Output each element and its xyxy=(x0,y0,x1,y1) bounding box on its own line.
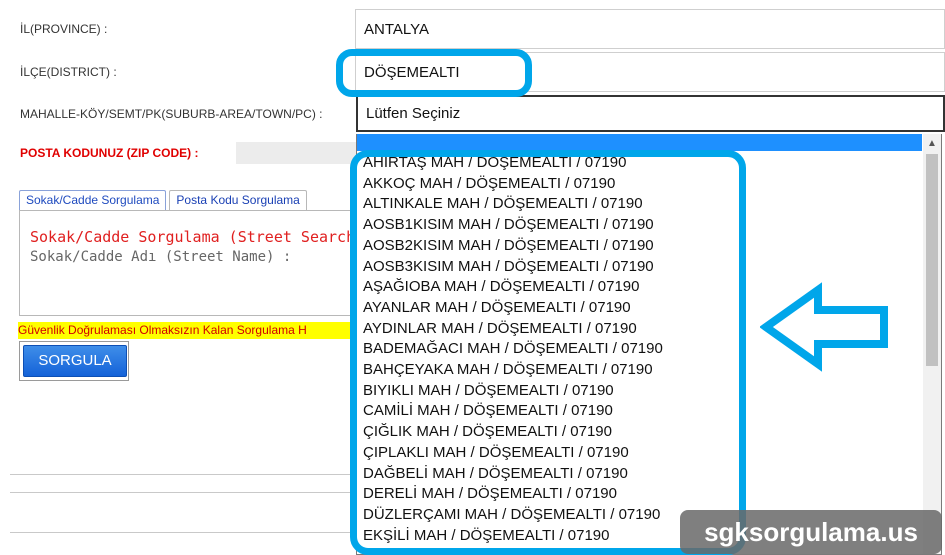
security-warning: Güvenlik Doğrulaması Olmaksızın Kalan So… xyxy=(18,322,358,339)
panel-title: Sokak/Cadde Sorgulama (Street Search xyxy=(30,228,356,246)
sorgula-button[interactable]: SORGULA xyxy=(23,345,127,377)
left-arrow-icon xyxy=(760,282,888,372)
divider xyxy=(10,532,356,533)
suburb-label: MAHALLE-KÖY/SEMT/PK(SUBURB-AREA/TOWN/PC)… xyxy=(20,107,323,121)
street-name-label: Sokak/Cadde Adı (Street Name) : xyxy=(30,249,292,265)
options-highlight xyxy=(350,150,746,555)
sorgula-button-frame: SORGULA xyxy=(19,341,129,381)
province-label: İL(PROVINCE) : xyxy=(20,22,108,36)
district-highlight xyxy=(336,49,532,97)
suburb-select[interactable]: Lütfen Seçiniz xyxy=(356,95,945,132)
zip-code-label: POSTA KODUNUZ (ZIP CODE) : xyxy=(20,146,199,160)
district-label: İLÇE(DISTRICT) : xyxy=(20,65,117,79)
zip-code-field xyxy=(236,142,356,164)
divider xyxy=(10,474,356,475)
province-select[interactable]: ANTALYA xyxy=(355,9,945,49)
scroll-thumb[interactable] xyxy=(926,154,938,366)
dropdown-scrollbar[interactable]: ▲ xyxy=(923,134,941,554)
watermark: sgksorgulama.us xyxy=(680,510,942,554)
tab-zip-search[interactable]: Posta Kodu Sorgulama xyxy=(169,190,307,211)
search-tabs: Sokak/Cadde Sorgulama Posta Kodu Sorgula… xyxy=(19,190,310,211)
divider xyxy=(10,492,356,493)
scroll-up-icon[interactable]: ▲ xyxy=(927,138,937,149)
selected-option-row[interactable] xyxy=(357,134,922,151)
tab-street-search[interactable]: Sokak/Cadde Sorgulama xyxy=(19,190,167,211)
